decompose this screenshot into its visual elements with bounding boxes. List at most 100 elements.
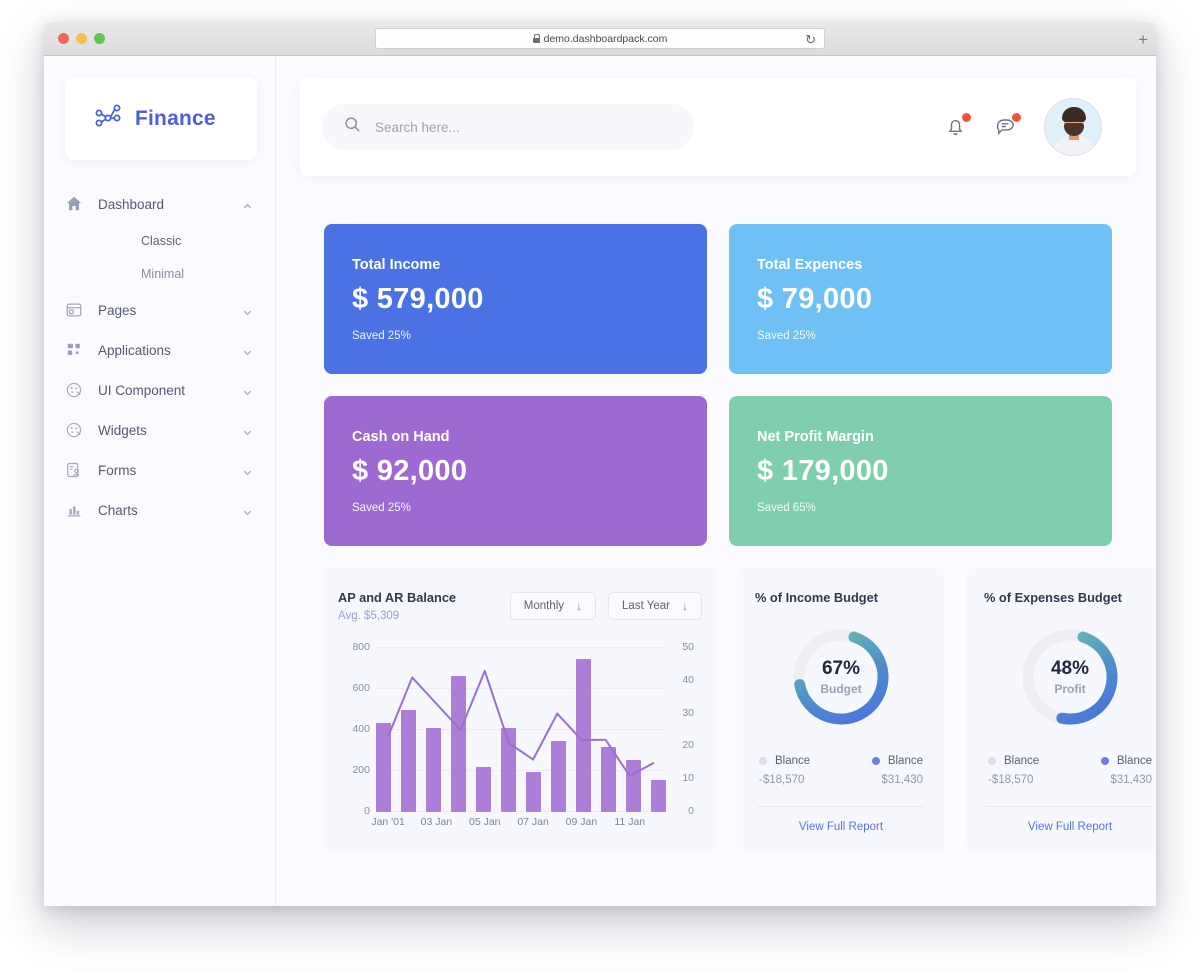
donut-legend: Blance -$18,570 Blance $31,430 (755, 755, 927, 786)
donut-percent: 48% (1051, 658, 1089, 680)
widget-title: AP and AR Balance (338, 590, 456, 605)
bar-chart-icon (64, 501, 83, 520)
select-label: Last Year (622, 600, 670, 612)
network-nodes-icon (93, 102, 123, 137)
legend-item: Blance $31,430 (1101, 755, 1152, 786)
widget-title: % of Expenses Budget (984, 590, 1156, 605)
legend-dot-icon (1101, 757, 1109, 765)
address-bar[interactable]: demo.dashboardpack.com ↻ (375, 28, 825, 49)
lock-icon (533, 34, 540, 43)
sidebar-item-widgets[interactable]: Widgets (44, 410, 275, 450)
sidebar-item-pages[interactable]: Pages (44, 290, 275, 330)
sidebar-subitem-minimal[interactable]: Minimal (44, 257, 275, 290)
main-content: Total Income $ 579,000 Saved 25% Total E… (276, 198, 1156, 906)
donut-container: 48% Profit (984, 623, 1156, 731)
legend-dot-icon (759, 757, 767, 765)
legend-value: $31,430 (881, 774, 923, 786)
stat-subtext: Saved 25% (352, 502, 679, 514)
brand-logo[interactable]: Finance (65, 78, 257, 160)
period-select-monthly[interactable]: Monthly ↓ (510, 592, 596, 620)
chevron-down-icon[interactable] (242, 345, 253, 356)
search-container[interactable] (322, 104, 694, 150)
legend-item: Blance $31,430 (872, 755, 923, 786)
period-select-last-year[interactable]: Last Year ↓ (608, 592, 702, 620)
arrow-down-icon: ↓ (576, 599, 582, 613)
sidebar-subitem-label: Minimal (141, 267, 184, 281)
donut-legend: Blance -$18,570 Blance $31,430 (984, 755, 1156, 786)
brand-name: Finance (135, 107, 216, 131)
chart-trend-line (376, 648, 666, 812)
maximize-window-button[interactable] (94, 33, 105, 44)
chevron-down-icon[interactable] (242, 465, 253, 476)
x-axis-tick: 03 Jan (421, 816, 453, 828)
chart-plot-area (376, 648, 666, 812)
palette-icon (64, 421, 83, 440)
header (276, 56, 1156, 198)
select-label: Monthly (524, 600, 564, 612)
sidebar-nav: Dashboard Classic Minimal (44, 184, 275, 530)
legend-dot-icon (988, 757, 996, 765)
stat-card-cash-on-hand[interactable]: Cash on Hand $ 92,000 Saved 25% (324, 396, 707, 546)
stat-title: Total Income (352, 257, 679, 273)
x-axis-tick: 05 Jan (469, 816, 501, 828)
minimize-window-button[interactable] (76, 33, 87, 44)
stat-subtext: Saved 25% (352, 330, 679, 342)
form-user-icon (64, 461, 83, 480)
sidebar-item-label: Dashboard (98, 197, 227, 212)
pages-icon (64, 301, 83, 320)
sidebar-item-ui-component[interactable]: UI Component (44, 370, 275, 410)
legend-label: Blance (1117, 755, 1152, 767)
sidebar: Finance Dashboard Classic Minimal (44, 56, 276, 906)
sidebar-item-forms[interactable]: Forms (44, 450, 275, 490)
close-window-button[interactable] (58, 33, 69, 44)
grid-icon (64, 341, 83, 360)
income-budget-widget: % of Income Budget (737, 568, 945, 851)
chevron-down-icon[interactable] (242, 425, 253, 436)
sidebar-item-label: Applications (98, 343, 227, 358)
search-icon (344, 116, 361, 138)
header-bar (300, 78, 1136, 176)
expenses-budget-donut: 48% Profit (1016, 623, 1124, 731)
stat-card-total-income[interactable]: Total Income $ 579,000 Saved 25% (324, 224, 707, 374)
sidebar-item-label: Widgets (98, 423, 227, 438)
chat-bubble-icon[interactable] (994, 115, 1018, 139)
sidebar-item-applications[interactable]: Applications (44, 330, 275, 370)
chevron-down-icon[interactable] (242, 505, 253, 516)
window-controls[interactable] (58, 33, 105, 44)
sidebar-item-charts[interactable]: Charts (44, 490, 275, 530)
page-viewport: Finance Dashboard Classic Minimal (44, 56, 1156, 906)
y-axis-tick: 600 (340, 682, 370, 694)
chevron-up-icon[interactable] (242, 199, 253, 210)
avatar[interactable] (1044, 98, 1102, 156)
divider (757, 806, 925, 807)
reload-icon[interactable]: ↻ (805, 32, 816, 48)
browser-window: demo.dashboardpack.com ↻ + Finance (44, 22, 1156, 906)
sidebar-item-dashboard[interactable]: Dashboard (44, 184, 275, 224)
stat-value: $ 579,000 (352, 283, 679, 316)
donut-container: 67% Budget (755, 623, 927, 731)
plus-icon[interactable]: + (1138, 30, 1148, 50)
home-icon (64, 195, 83, 214)
stat-card-net-profit-margin[interactable]: Net Profit Margin $ 179,000 Saved 65% (729, 396, 1112, 546)
chevron-down-icon[interactable] (242, 385, 253, 396)
search-input[interactable] (375, 120, 672, 135)
chevron-down-icon[interactable] (242, 305, 253, 316)
stat-value: $ 92,000 (352, 455, 679, 488)
sidebar-item-label: Charts (98, 503, 227, 518)
header-actions (944, 98, 1102, 156)
url-text: demo.dashboardpack.com (544, 33, 668, 45)
y2-axis-tick: 30 (682, 707, 694, 719)
view-full-report-link[interactable]: View Full Report (984, 821, 1156, 833)
sidebar-item-label: Forms (98, 463, 227, 478)
widget-title: % of Income Budget (755, 590, 927, 605)
arrow-down-icon: ↓ (682, 599, 688, 613)
sidebar-subitem-classic[interactable]: Classic (44, 224, 275, 257)
legend-label: Blance (1004, 755, 1039, 767)
bell-icon[interactable] (944, 115, 968, 139)
legend-value: -$18,570 (759, 774, 804, 786)
stat-card-total-expences[interactable]: Total Expences $ 79,000 Saved 25% (729, 224, 1112, 374)
message-badge (1012, 113, 1021, 122)
stat-cards: Total Income $ 579,000 Saved 25% Total E… (300, 224, 1136, 546)
view-full-report-link[interactable]: View Full Report (755, 821, 927, 833)
x-axis-labels: Jan '0103 Jan05 Jan07 Jan09 Jan11 Jan (376, 816, 666, 834)
